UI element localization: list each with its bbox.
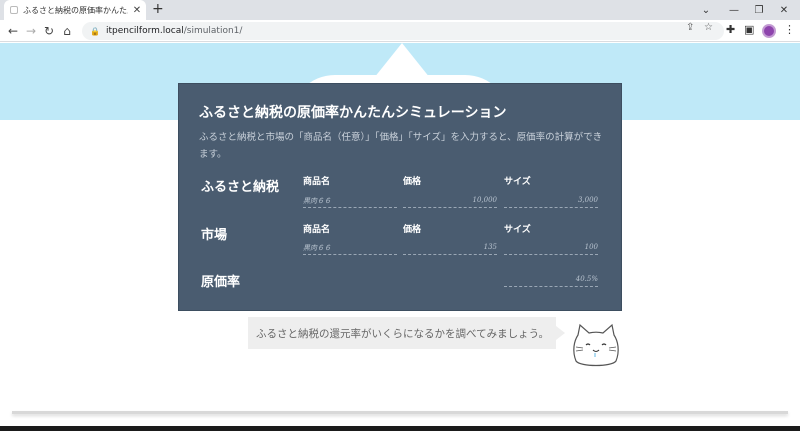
speech-bubble-text: ふるさと納税の還元率がいくらになるかを調べてみましょう。 bbox=[256, 327, 549, 340]
bookmark-star-icon[interactable]: ☆ bbox=[704, 22, 713, 33]
reload-icon[interactable]: ↻ bbox=[40, 22, 58, 40]
url-path: /simulation1/ bbox=[183, 26, 243, 36]
speech-bubble-tail bbox=[556, 326, 565, 340]
close-window-icon[interactable]: ✕ bbox=[770, 0, 798, 20]
simulation-card: ふるさと納税の原価率かんたんシミュレーション ふるさと納税と市場の「商品名（任意… bbox=[178, 83, 622, 311]
profile-avatar[interactable] bbox=[762, 24, 776, 38]
row-label-market: 市場 bbox=[201, 228, 228, 243]
column-header-price: 価格 bbox=[403, 225, 422, 235]
home-icon[interactable]: ⌂ bbox=[58, 22, 76, 40]
tab-title: ふるさと納税の原価率かんたんシミュ bbox=[23, 5, 128, 15]
row-label-cost-rate: 原価率 bbox=[201, 275, 241, 290]
page-bottom-divider bbox=[12, 411, 788, 414]
share-icon[interactable]: ⇪ bbox=[686, 22, 694, 33]
menu-kebab-icon[interactable]: ⋮ bbox=[784, 23, 795, 36]
browser-toolbar: ← → ↻ ⌂ 🔒 itpencilform.local/simulation1… bbox=[0, 20, 800, 42]
column-header-name: 商品名 bbox=[303, 177, 331, 187]
restore-icon[interactable]: ❐ bbox=[745, 0, 773, 20]
market-size-input[interactable]: 100 bbox=[504, 241, 598, 255]
side-panel-icon[interactable]: ▣ bbox=[744, 23, 754, 36]
forward-arrow-icon[interactable]: → bbox=[22, 22, 40, 40]
minimize-icon[interactable]: — bbox=[720, 0, 748, 20]
tab-bar: ふるさと納税の原価率かんたんシミュ ✕ + ⌄ — ❐ ✕ bbox=[0, 0, 800, 20]
address-bar[interactable]: 🔒 itpencilform.local/simulation1/ bbox=[82, 22, 724, 40]
new-tab-button[interactable]: + bbox=[152, 1, 164, 17]
card-description: ふるさと納税と市場の「商品名（任意）」「価格」「サイズ」を入力すると、原価率の計… bbox=[199, 132, 603, 160]
extensions-puzzle-icon[interactable]: ✚ bbox=[726, 23, 735, 36]
speech-bubble: ふるさと納税の還元率がいくらになるかを調べてみましょう。 bbox=[248, 317, 556, 349]
tab-search-chevron-icon[interactable]: ⌄ bbox=[692, 0, 720, 20]
lock-icon[interactable]: 🔒 bbox=[90, 27, 100, 36]
column-header-size: サイズ bbox=[504, 177, 531, 187]
row-label-furusato: ふるさと納税 bbox=[201, 180, 280, 195]
column-header-price: 価格 bbox=[403, 177, 422, 187]
furusato-name-input[interactable]: 黒肉６６ bbox=[303, 194, 397, 208]
url-host: itpencilform.local bbox=[105, 26, 184, 36]
page-content: ふるさと納税の原価率かんたんシミュレーション ふるさと納税と市場の「商品名（任意… bbox=[0, 43, 800, 431]
browser-tab[interactable]: ふるさと納税の原価率かんたんシミュ ✕ bbox=[4, 0, 146, 20]
cost-rate-result: 40.5% bbox=[504, 273, 598, 287]
back-arrow-icon[interactable]: ← bbox=[4, 22, 22, 40]
market-price-input[interactable]: 135 bbox=[403, 241, 497, 255]
os-taskbar bbox=[0, 426, 800, 431]
cat-mascot-icon bbox=[573, 323, 619, 367]
column-header-name: 商品名 bbox=[303, 225, 331, 235]
column-header-size: サイズ bbox=[504, 225, 531, 235]
page-favicon-icon bbox=[10, 6, 18, 14]
furusato-price-input[interactable]: 10,000 bbox=[403, 194, 497, 208]
furusato-size-input[interactable]: 3,000 bbox=[504, 194, 598, 208]
market-name-input[interactable]: 黒肉６６ bbox=[303, 241, 397, 255]
close-tab-icon[interactable]: ✕ bbox=[132, 5, 142, 16]
card-title: ふるさと納税の原価率かんたんシミュレーション bbox=[199, 105, 507, 121]
url-text: itpencilform.local/simulation1/ bbox=[106, 26, 242, 36]
